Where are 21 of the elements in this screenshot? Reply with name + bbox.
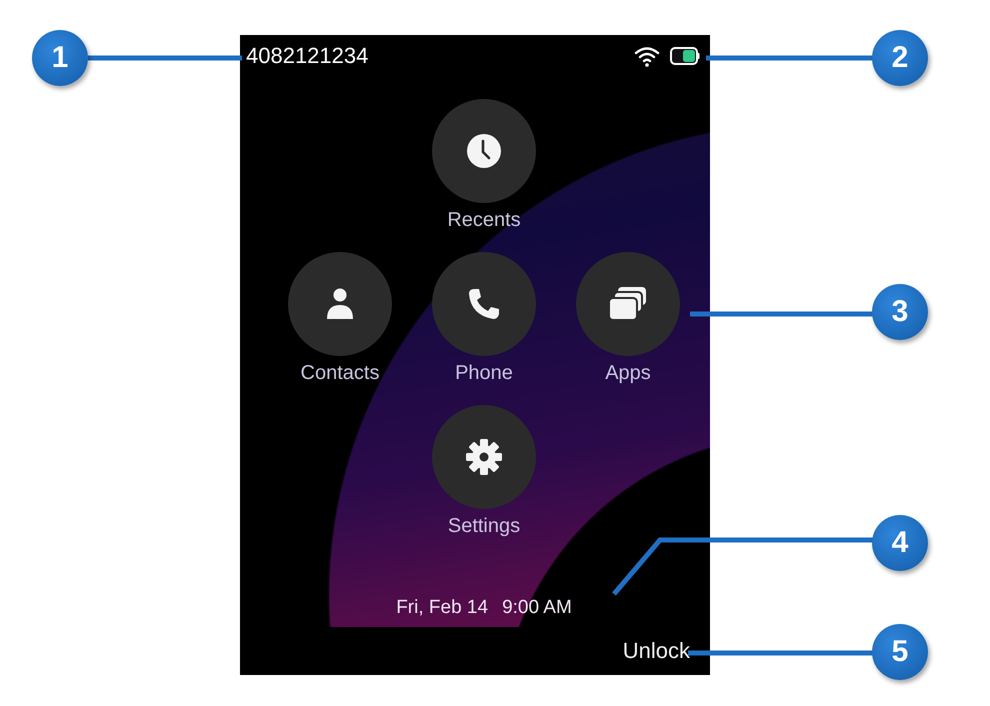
- phone-icon: [467, 287, 501, 321]
- person-icon: [325, 288, 355, 320]
- app-label: Contacts: [300, 362, 380, 385]
- wifi-icon: [634, 45, 660, 67]
- app-label: Settings: [448, 515, 520, 538]
- app-label: Phone: [455, 362, 513, 385]
- callout-marker: 1: [32, 30, 88, 86]
- date-text: Fri, Feb 14: [396, 597, 488, 619]
- app-label: Apps: [605, 362, 651, 385]
- app-label: Recents: [447, 209, 521, 232]
- clock-icon: [466, 133, 502, 169]
- cards-icon: [608, 286, 648, 322]
- gear-icon: [465, 438, 503, 476]
- battery-icon: [670, 47, 700, 65]
- line-number: 4082121234: [246, 43, 368, 69]
- unlock-softkey[interactable]: Unlock: [622, 638, 690, 664]
- callout-marker: 5: [872, 624, 928, 680]
- time-text: 9:00 AM: [502, 597, 572, 619]
- callout-marker: 3: [872, 284, 928, 340]
- callout-marker: 2: [872, 30, 928, 86]
- callout-marker: 4: [872, 515, 928, 571]
